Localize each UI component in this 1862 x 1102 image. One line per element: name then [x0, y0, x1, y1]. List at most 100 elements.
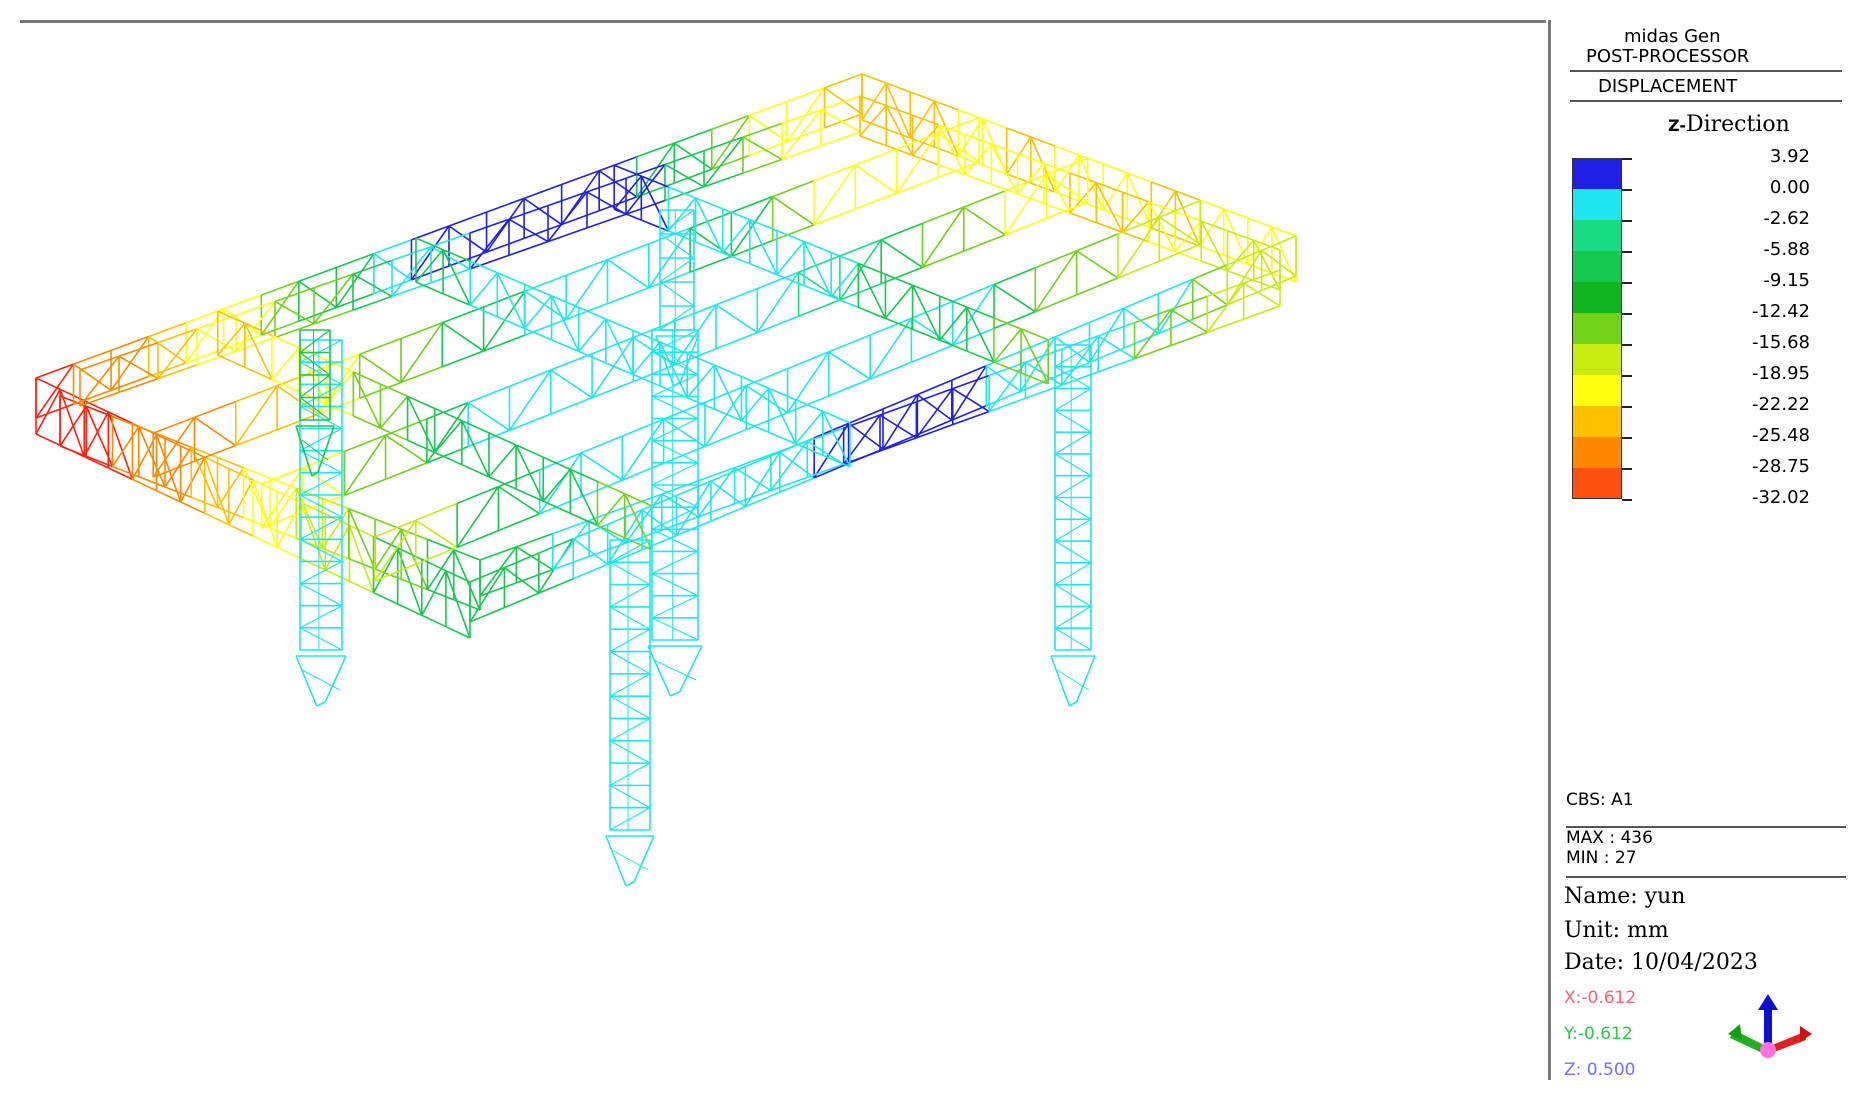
frame-member: [1102, 163, 1128, 174]
frame-member: [609, 762, 651, 786]
frame-member: [1261, 235, 1297, 252]
frame-member: [228, 479, 254, 526]
frame-member: [880, 239, 923, 269]
date-label: Date: 10/04/2023: [1564, 950, 1758, 975]
truss-model-wireframe[interactable]: [0, 0, 1550, 1102]
legend-value: -15.68: [1751, 332, 1810, 353]
frame-member: [651, 484, 699, 508]
legend-value: 3.92: [1769, 146, 1810, 167]
frame-member: [335, 253, 375, 308]
legend-bar-frame: [1572, 158, 1622, 499]
legend-tick: [1622, 282, 1632, 284]
frame-member: [271, 334, 300, 349]
frame-member: [488, 432, 517, 446]
frame-member: [795, 410, 824, 445]
frame-member: [1170, 331, 1208, 347]
frame-member: [854, 148, 897, 166]
frame-member: [276, 546, 302, 560]
frame-member: [352, 273, 393, 298]
frame-member: [324, 569, 350, 583]
frame-member: [271, 347, 300, 380]
frame-member: [1005, 136, 1032, 175]
frame-member: [609, 740, 651, 764]
view-z-label: Z: 0.500: [1564, 1060, 1636, 1080]
frame-member: [828, 334, 871, 353]
frame-member: [441, 350, 484, 368]
frame-member: [609, 584, 651, 608]
frame-member: [963, 206, 1006, 236]
viewport-right-border: [1548, 20, 1551, 1080]
frame-member: [952, 387, 990, 413]
frame-member: [861, 119, 887, 130]
frame-member: [580, 435, 623, 454]
frame-member: [911, 344, 954, 363]
frame-member: [710, 505, 746, 522]
frame-member: [609, 673, 651, 697]
result-type-label: DISPLACEMENT: [1598, 76, 1738, 97]
frame-member: [823, 87, 863, 115]
frame-member: [609, 651, 651, 675]
frame-member: [966, 306, 995, 363]
frame-member: [1123, 332, 1159, 349]
frame-member: [441, 322, 485, 352]
frame-member: [1170, 295, 1208, 311]
frame-member: [524, 290, 567, 321]
legend-tick: [1622, 468, 1632, 470]
legend-tick: [1622, 251, 1632, 253]
frame-member: [1243, 305, 1281, 320]
frame-member: [1157, 278, 1194, 335]
frame-member: [651, 528, 699, 552]
frame-member: [651, 573, 699, 597]
frame-member: [1054, 518, 1092, 542]
frame-member: [824, 113, 863, 129]
frame-member: [194, 416, 237, 447]
frame-member: [441, 306, 484, 324]
frame-member: [407, 439, 436, 454]
frame-member: [235, 385, 278, 447]
legend-value: -18.95: [1751, 363, 1810, 384]
legend-tick: [1622, 437, 1632, 439]
legend-tick: [1622, 499, 1632, 501]
frame-member: [1075, 655, 1096, 703]
frame-member: [689, 255, 732, 273]
legend-value: -9.15: [1763, 270, 1810, 291]
frame-member: [299, 428, 343, 452]
legend-tick: [1622, 189, 1632, 191]
frame-member: [828, 378, 871, 397]
frame-member: [664, 150, 705, 166]
frame-member: [659, 281, 695, 307]
name-label: Name: yun: [1564, 884, 1686, 909]
frame-member: [1025, 348, 1063, 364]
frame-member: [828, 351, 871, 380]
model-viewport[interactable]: [0, 0, 1550, 1102]
frame-member: [909, 91, 935, 102]
frame-member: [461, 420, 490, 478]
frame-member: [299, 361, 343, 385]
frame-member: [118, 355, 159, 380]
frame-member: [670, 691, 680, 697]
frame-member: [1227, 229, 1255, 242]
frame-member: [798, 299, 841, 318]
frame-member: [993, 361, 1022, 374]
frame-member: [430, 232, 471, 248]
frame-member: [985, 390, 1021, 407]
legend-value: -25.48: [1751, 425, 1810, 446]
frame-member: [73, 349, 112, 365]
frame-member: [1192, 278, 1228, 306]
legend-value: -22.22: [1751, 394, 1810, 415]
frame-member: [772, 180, 815, 198]
view-x-label: X:-0.612: [1564, 988, 1637, 1008]
frame-member: [586, 213, 627, 229]
frame-member: [550, 352, 593, 371]
frame-member: [1076, 233, 1119, 252]
frame-member: [1151, 181, 1176, 192]
frame-member: [668, 186, 696, 199]
frame-member: [848, 422, 884, 450]
frame-member: [1054, 453, 1092, 477]
frame-member: [508, 218, 549, 243]
frame-member: [73, 363, 112, 392]
frame-member: [524, 274, 567, 292]
frame-member: [1054, 475, 1092, 499]
frame-member: [421, 570, 447, 616]
frame-member: [380, 427, 408, 442]
